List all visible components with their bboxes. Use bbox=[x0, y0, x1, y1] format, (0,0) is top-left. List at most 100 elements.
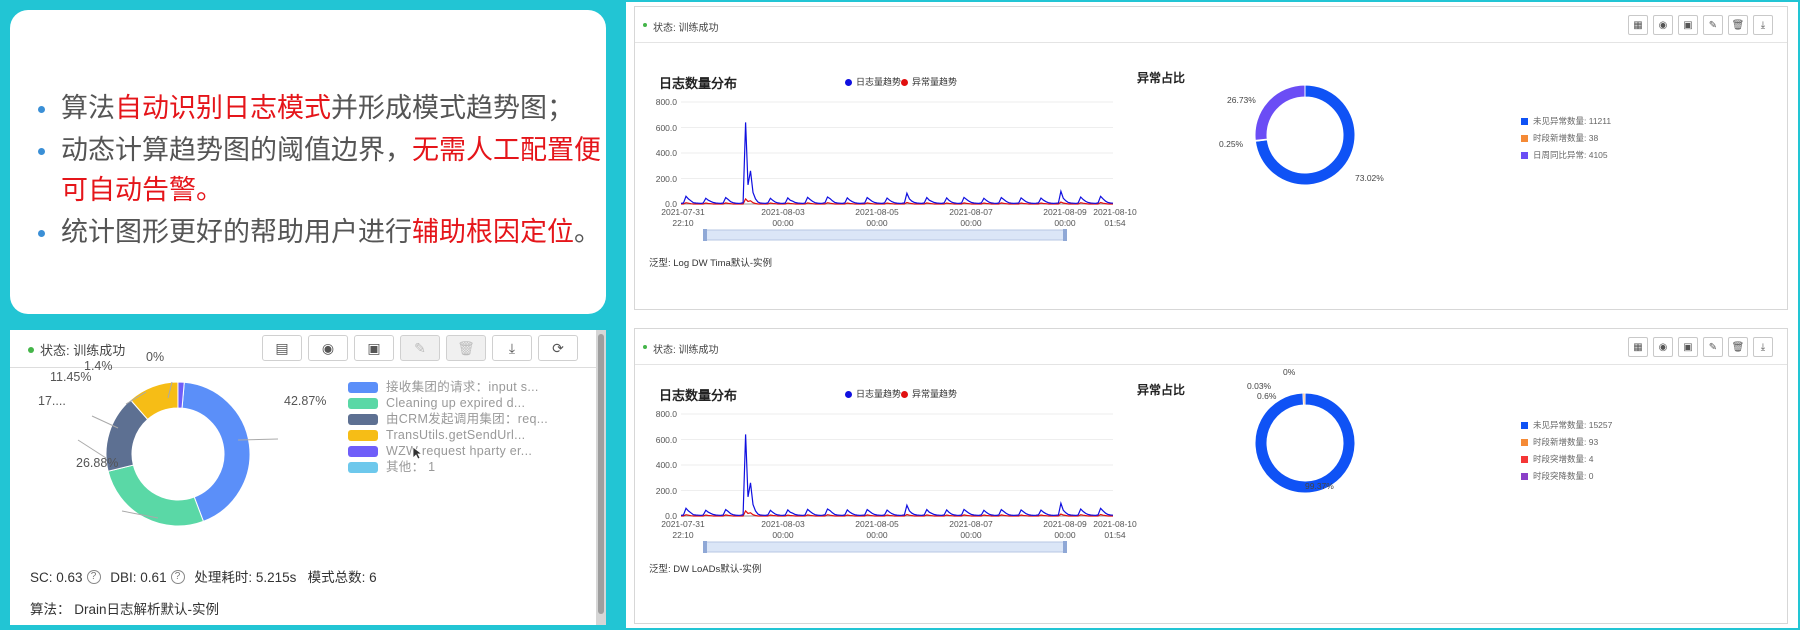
list-icon: ▤ bbox=[275, 339, 289, 356]
type-label: 泛型: Log DW Tima默认-实例 bbox=[649, 258, 772, 269]
donut-title: 异常占比 bbox=[1137, 383, 1186, 397]
legend-swatch bbox=[348, 382, 378, 393]
donut-title: 异常占比 bbox=[1137, 71, 1186, 85]
legend-label: 时段新增数量: 38 bbox=[1533, 133, 1599, 143]
series-line[interactable] bbox=[680, 434, 1114, 517]
zoom-handle[interactable] bbox=[1063, 229, 1067, 241]
donut-legend-item[interactable]: 时段新增数量: 38 bbox=[1521, 132, 1598, 144]
total-metric: 模式总数: 6 bbox=[307, 570, 377, 585]
donut-legend-item[interactable]: 未见异常数量: 15257 bbox=[1521, 419, 1612, 431]
scrollbar[interactable] bbox=[596, 330, 606, 625]
anomaly-donut-slice[interactable] bbox=[1254, 392, 1356, 494]
anomaly-donut-chart bbox=[1254, 392, 1356, 494]
bullet-text: 动态计算趋势图的阈值边界， bbox=[61, 135, 412, 165]
help-icon[interactable]: ? bbox=[170, 570, 185, 585]
legend-swatch bbox=[1521, 118, 1528, 126]
refresh-icon: ⟳ bbox=[552, 339, 564, 356]
anomaly-donut-slice[interactable] bbox=[1254, 84, 1306, 141]
bullet-text: 算法 bbox=[61, 93, 115, 123]
scrollbar-thumb[interactable] bbox=[598, 334, 604, 614]
feature-bullet: 动态计算趋势图的阈值边界，无需人工配置便可自动告警。 bbox=[34, 130, 604, 210]
series-line[interactable] bbox=[680, 122, 1114, 205]
legend-swatch bbox=[1521, 473, 1528, 481]
donut-legend-item[interactable]: 时段突增数量: 4 bbox=[1521, 453, 1593, 465]
anomaly-donut-chart bbox=[1254, 84, 1356, 186]
time-metric: 处理耗时: 5.215s bbox=[194, 570, 297, 585]
save-icon: ▣ bbox=[367, 339, 381, 356]
delete-icon: 🗑 bbox=[457, 339, 475, 356]
bullet-text: 。 bbox=[574, 217, 601, 247]
zoom-handle[interactable] bbox=[703, 541, 707, 553]
pie-label: 17.... bbox=[38, 394, 66, 408]
bullet-dot-icon bbox=[38, 106, 45, 113]
feature-bullet: 统计图形更好的帮助用户进行辅助根因定位。 bbox=[34, 212, 604, 252]
zoom-handle[interactable] bbox=[703, 229, 707, 241]
legend-swatch bbox=[1521, 152, 1528, 160]
donut-label: 0.03% bbox=[1247, 381, 1272, 391]
donut-label: 26.73% bbox=[1227, 95, 1256, 105]
status-text: 状态: 训练成功 bbox=[40, 343, 126, 358]
legend-swatch bbox=[1521, 135, 1528, 143]
pie-label: 0% bbox=[146, 350, 165, 364]
legend-swatch bbox=[348, 446, 378, 457]
legend-label: 时段突增数量: 4 bbox=[1533, 454, 1594, 464]
list-button[interactable]: ▤ bbox=[262, 335, 302, 361]
panel-toolbar: ▤ ◉ ▣ ✎ 🗑 ⤓ ⟳ bbox=[262, 335, 578, 361]
zoom-slider[interactable] bbox=[704, 541, 1066, 553]
pie-label: 26.88% bbox=[76, 456, 119, 470]
pattern-donut-slice[interactable] bbox=[107, 464, 205, 527]
legend-swatch bbox=[348, 414, 378, 425]
legend-label: 时段突降数量: 0 bbox=[1533, 471, 1594, 481]
type-label: 泛型: DW LoADs默认-实例 bbox=[649, 564, 762, 575]
bullet-dot-icon bbox=[38, 230, 45, 237]
donut-label: 0.6% bbox=[1257, 391, 1277, 401]
text-card: 算法自动识别日志模式并形成模式趋势图； 动态计算趋势图的阈值边界，无需人工配置便可… bbox=[10, 10, 606, 314]
legend-swatch bbox=[348, 398, 378, 409]
legend-label: 未见异常数量: 11211 bbox=[1533, 116, 1612, 126]
zoom-slider[interactable] bbox=[704, 229, 1066, 241]
pie-label: 42.87% bbox=[284, 394, 327, 408]
legend-swatch bbox=[1521, 422, 1528, 430]
donut-label: 73.02% bbox=[1355, 173, 1384, 183]
bullet-dot-icon bbox=[38, 148, 45, 155]
legend-label: 时段新增数量: 93 bbox=[1533, 437, 1599, 447]
sc-metric: SC: 0.63 bbox=[30, 570, 83, 585]
donut-label: 0% bbox=[1283, 367, 1296, 377]
bullet-text: 统计图形更好的帮助用户进行 bbox=[61, 217, 412, 247]
status-dot-icon bbox=[28, 347, 34, 353]
dbi-metric: DBI: 0.61 bbox=[110, 570, 167, 585]
zoom-handle[interactable] bbox=[1063, 541, 1067, 553]
eye-icon: ◉ bbox=[321, 339, 335, 356]
donut-legend-item[interactable]: 日周同比异常: 4105 bbox=[1521, 149, 1608, 161]
highlighted-text: 自动识别日志模式 bbox=[115, 93, 331, 123]
pattern-result-panel: 状态: 训练成功 ▤ ◉ ▣ ✎ 🗑 ⤓ ⟳ 42.87% 26.88% 17.... 11… bbox=[10, 330, 606, 625]
donut-label: 99.37% bbox=[1305, 481, 1334, 491]
save-button[interactable]: ▣ bbox=[354, 335, 394, 361]
trend-panel: 状态: 训练成功 ▦ ◉ ▣ ✎ 🗑 ⤓ 日志数量分布 日志量趋势 异常量趋势 800.0 600.0… bbox=[634, 6, 1788, 310]
feature-bullet-list: 算法自动识别日志模式并形成模式趋势图； 动态计算趋势图的阈值边界，无需人工配置便可… bbox=[34, 88, 604, 254]
dashboard-area: 状态: 训练成功 ▦ ◉ ▣ ✎ 🗑 ⤓ 日志数量分布 日志量趋势 异常量趋势 800.0 600.0… bbox=[624, 0, 1800, 630]
help-icon[interactable]: ? bbox=[86, 570, 101, 585]
donut-legend-item[interactable]: 时段新增数量: 93 bbox=[1521, 436, 1598, 448]
legend-label: 未见异常数量: 15257 bbox=[1533, 420, 1613, 430]
legend-label: 日周同比异常: 4105 bbox=[1533, 150, 1608, 160]
refresh-button[interactable]: ⟳ bbox=[538, 335, 578, 361]
donut-legend-item[interactable]: 时段突降数量: 0 bbox=[1521, 470, 1593, 482]
legend-item[interactable]: 其他： 1 bbox=[348, 458, 578, 476]
download-icon: ⤓ bbox=[508, 339, 516, 356]
download-button[interactable]: ⤓ bbox=[492, 335, 532, 361]
bullet-text: 并形成模式趋势图； bbox=[331, 93, 574, 123]
trend-panel: 状态: 训练成功 ▦ ◉ ▣ ✎ 🗑 ⤓ 日志数量分布 日志量趋势 异常量趋势 800.0 600.0… bbox=[634, 328, 1788, 624]
legend-swatch bbox=[348, 430, 378, 441]
highlighted-text: 辅助根因定位 bbox=[412, 217, 574, 247]
legend-label: 其他： 1 bbox=[386, 460, 436, 474]
donut-legend-item[interactable]: 未见异常数量: 11211 bbox=[1521, 115, 1611, 127]
legend-swatch bbox=[1521, 439, 1528, 447]
legend-swatch bbox=[1521, 456, 1528, 464]
edit-button[interactable]: ✎ bbox=[400, 335, 440, 361]
edit-icon: ✎ bbox=[414, 339, 426, 356]
eye-button[interactable]: ◉ bbox=[308, 335, 348, 361]
legend-swatch bbox=[348, 462, 378, 473]
donut-label: 0.25% bbox=[1219, 139, 1244, 149]
delete-button[interactable]: 🗑 bbox=[446, 335, 486, 361]
